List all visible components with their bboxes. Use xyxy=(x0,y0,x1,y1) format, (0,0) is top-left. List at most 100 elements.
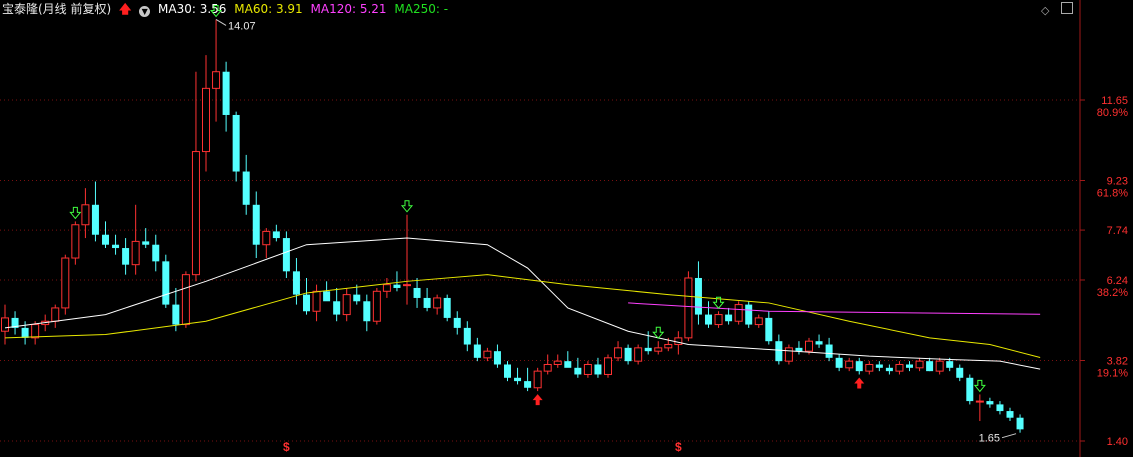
candle-body xyxy=(112,244,120,249)
candle-body xyxy=(714,314,723,326)
candle-body xyxy=(865,363,874,372)
candle-body xyxy=(583,363,592,375)
candle-body xyxy=(825,344,833,358)
candle-body xyxy=(694,277,702,315)
candle-body xyxy=(473,344,481,358)
candle-body xyxy=(795,347,803,352)
candle-body xyxy=(705,314,712,325)
candle-body xyxy=(956,367,964,378)
candle-body xyxy=(895,363,904,372)
sell-signal-icon xyxy=(69,206,82,220)
candle-body xyxy=(524,381,532,388)
candle-body xyxy=(222,71,230,115)
kline-chart-window: 宝泰隆(月线 前复权) 🡅 ▼ MA30: 3.56 MA60: 3.91 MA… xyxy=(0,0,1133,457)
ma60-line xyxy=(4,274,1041,358)
candle-body xyxy=(181,274,190,326)
candle-body xyxy=(1,317,9,332)
candle-body xyxy=(363,301,371,322)
candle-body xyxy=(855,361,863,372)
candle-body xyxy=(875,364,883,368)
y-tick-label: 7.74 xyxy=(1107,225,1128,237)
candle-body xyxy=(142,241,150,245)
candle-body xyxy=(312,290,321,312)
candle-body xyxy=(966,377,974,402)
max-pointer xyxy=(215,19,227,26)
candle-body xyxy=(81,204,90,226)
candle-body xyxy=(996,404,1004,412)
candle-body xyxy=(1006,411,1014,418)
candle-body xyxy=(815,341,823,345)
candle-body xyxy=(212,71,221,89)
candle-body xyxy=(975,400,984,403)
candle-body xyxy=(333,301,341,315)
min-price-label: 1.65 xyxy=(979,433,1000,445)
candle-body xyxy=(493,351,501,365)
y-tick-label: 3.82 xyxy=(1107,355,1128,367)
candle-body xyxy=(664,344,673,349)
candle-body xyxy=(935,360,944,372)
candle-body xyxy=(775,341,783,362)
candle-body xyxy=(604,357,612,375)
candle-body xyxy=(242,171,250,205)
candle-body xyxy=(282,238,290,272)
y-tick-label: 6.24 xyxy=(1107,275,1128,287)
ma30-line xyxy=(4,237,1041,370)
candle-body xyxy=(624,347,632,362)
candle-body xyxy=(152,244,160,262)
candle-body xyxy=(61,257,70,309)
candle-body xyxy=(553,360,562,365)
candle-body xyxy=(754,317,763,326)
y-tick-label: 1.40 xyxy=(1107,436,1128,448)
candle-body xyxy=(926,361,934,372)
candle-body xyxy=(845,360,854,369)
candle-body xyxy=(614,347,623,359)
candle-body xyxy=(162,261,170,305)
candle-body xyxy=(272,231,280,239)
candle-body xyxy=(91,204,99,235)
candle-body xyxy=(745,304,753,325)
y-tick-label: 11.65 xyxy=(1101,95,1128,107)
candle-body xyxy=(292,271,300,295)
candle-body xyxy=(382,284,391,292)
candle-body xyxy=(172,304,180,325)
candle-body xyxy=(303,294,310,312)
candle-body xyxy=(765,317,773,342)
candle-body xyxy=(564,361,572,368)
candle-body xyxy=(463,327,471,345)
max-price-label: 14.07 xyxy=(228,20,256,32)
pct-label: 61.8% xyxy=(1097,188,1128,200)
candle-body xyxy=(483,350,492,359)
candle-body xyxy=(21,327,29,338)
candle-body xyxy=(372,290,381,322)
candle-body xyxy=(805,340,813,352)
candle-body xyxy=(986,401,994,405)
candle-body xyxy=(191,151,200,276)
candle-body xyxy=(252,204,260,245)
buy-signal-icon xyxy=(532,394,543,406)
candle-body xyxy=(323,291,331,302)
candle-body xyxy=(403,284,411,287)
dividend-marker: $ xyxy=(283,440,290,454)
candlestick-plot[interactable]: 11.65 9.23 7.74 6.24 3.82 1.40 80.9% 61.8% 38.2%… xyxy=(0,0,1133,457)
min-pointer xyxy=(1001,433,1017,439)
candle-body xyxy=(634,347,643,362)
candle-body xyxy=(413,287,421,298)
candle-body xyxy=(654,347,663,352)
sell-signal-icon xyxy=(973,379,986,393)
pct-label: 19.1% xyxy=(1097,367,1128,379)
sell-signal-icon xyxy=(652,326,665,339)
sell-signal-icon xyxy=(400,200,414,213)
candle-body xyxy=(353,294,361,302)
candle-body xyxy=(71,224,80,259)
candle-body xyxy=(725,314,733,322)
candle-body xyxy=(433,297,442,309)
candle-body xyxy=(574,367,582,375)
pct-label: 38.2% xyxy=(1097,287,1128,299)
candle-body xyxy=(946,361,954,368)
candle-body xyxy=(684,277,693,339)
candle-body xyxy=(102,234,109,245)
pct-label: 80.9% xyxy=(1097,107,1128,119)
candle-body xyxy=(51,307,60,322)
candle-body xyxy=(533,370,542,389)
candle-body xyxy=(262,230,271,246)
